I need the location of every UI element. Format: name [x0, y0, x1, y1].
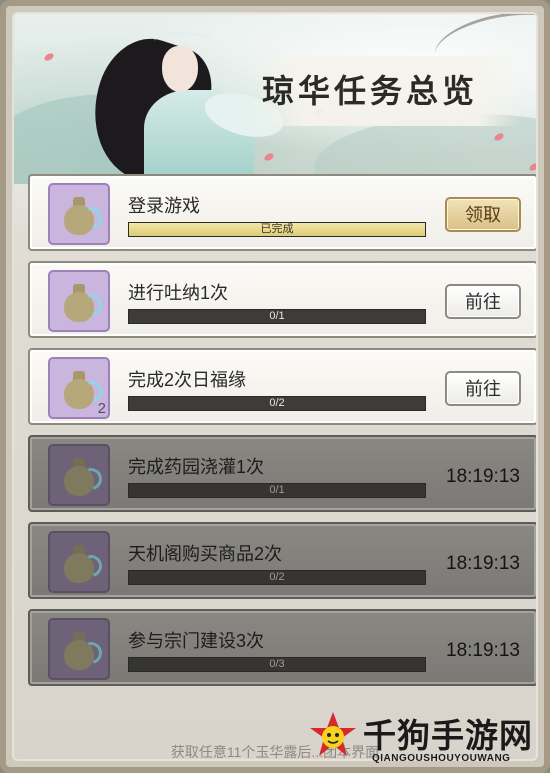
progress-label: 0/1	[269, 484, 285, 496]
unlock-timer: 18:19:13	[446, 553, 520, 574]
reward-item-slot[interactable]: 2	[48, 357, 110, 419]
reward-item-slot[interactable]	[48, 618, 110, 680]
claim-button[interactable]: 领取	[445, 197, 521, 232]
task-name: 完成药园浇灌1次	[128, 457, 265, 477]
unlock-timer: 18:19:13	[446, 466, 520, 487]
page-title: 琼华任务总览	[262, 72, 479, 110]
jade-vase-icon	[60, 630, 107, 672]
reward-item-slot[interactable]	[48, 183, 110, 245]
task-progress-bar: 0/2	[128, 570, 426, 585]
task-row: 天机阁购买商品2次 0/2 18:19:13	[28, 522, 536, 599]
watermark-title: 千狗手游网	[363, 716, 533, 755]
reward-item-slot[interactable]	[48, 270, 110, 332]
jade-vase-icon	[60, 456, 107, 498]
go-to-button[interactable]: 前往	[445, 371, 521, 406]
reward-item-slot[interactable]	[48, 444, 110, 506]
go-to-button[interactable]: 前往	[445, 284, 521, 319]
task-name: 进行吐纳1次	[128, 283, 229, 303]
task-progress-bar: 已完成	[128, 222, 426, 237]
task-row: 参与宗门建设3次 0/3 18:19:13	[28, 609, 536, 686]
header-banner: 琼华任务总览	[14, 14, 536, 184]
task-name: 完成2次日福缘	[128, 370, 247, 390]
task-progress-bar: 0/2	[128, 396, 426, 411]
task-overview-panel: 琼华任务总览 登录游戏已完成 领取进行吐纳1次 0/1 前往 2 完成2次日福缘 0/2 前往…	[12, 12, 538, 761]
reward-item-slot[interactable]	[48, 531, 110, 593]
watermark-logo-icon	[310, 712, 356, 756]
task-progress-bar: 0/1	[128, 483, 426, 498]
task-name: 参与宗门建设3次	[128, 631, 265, 651]
jade-vase-icon	[60, 543, 107, 585]
task-name: 登录游戏	[128, 196, 200, 216]
progress-label: 0/2	[269, 571, 285, 583]
jade-vase-icon	[60, 282, 107, 324]
task-name: 天机阁购买商品2次	[128, 544, 283, 564]
task-row: 完成药园浇灌1次 0/1 18:19:13	[28, 435, 536, 512]
progress-label: 0/3	[269, 658, 285, 670]
progress-label: 0/2	[269, 397, 285, 409]
watermark-subtitle: QIANGOUSHOUYOUWANG	[372, 753, 511, 764]
jade-vase-icon	[60, 369, 107, 411]
task-row: 2 完成2次日福缘 0/2 前往	[28, 348, 536, 425]
watermark: 千狗手游网 QIANGOUSHOUYOUWANG	[308, 705, 550, 773]
jade-vase-icon	[60, 195, 107, 237]
task-progress-bar: 0/3	[128, 657, 426, 672]
unlock-timer: 18:19:13	[446, 640, 520, 661]
task-overview-window: 琼华任务总览 登录游戏已完成 领取进行吐纳1次 0/1 前往 2 完成2次日福缘 0/2 前往…	[0, 0, 550, 773]
task-row: 登录游戏已完成 领取	[28, 174, 536, 251]
task-progress-bar: 0/1	[128, 309, 426, 324]
progress-label: 已完成	[260, 223, 294, 235]
progress-label: 0/1	[269, 310, 285, 322]
reward-count: 2	[97, 400, 106, 417]
character-portrait	[74, 20, 288, 184]
task-row: 进行吐纳1次 0/1 前往	[28, 261, 536, 338]
